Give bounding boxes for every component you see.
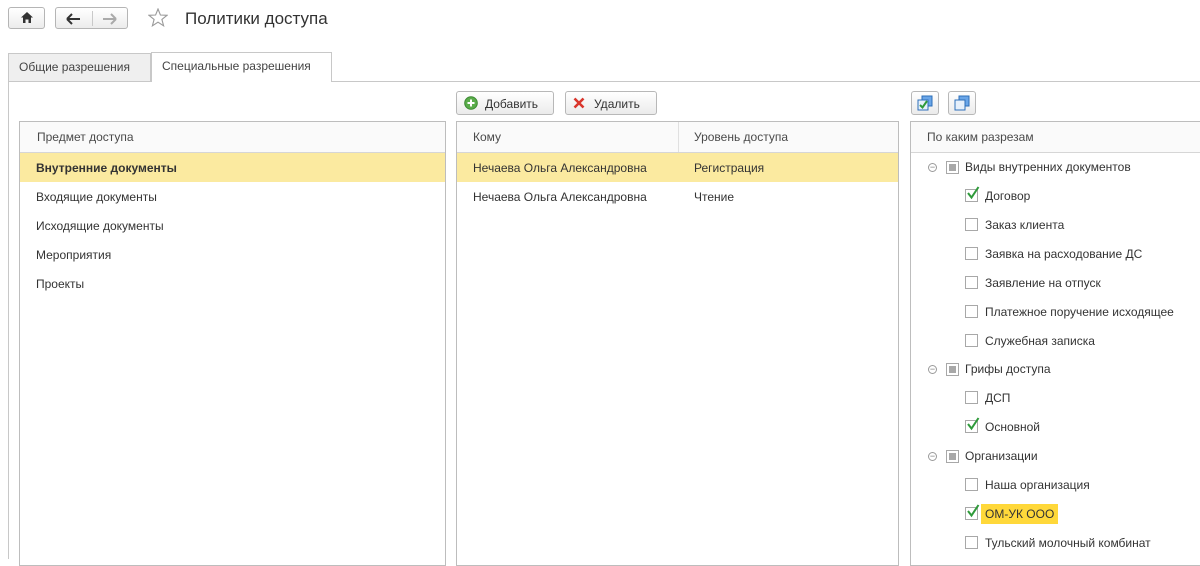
list-item[interactable]: Входящие документы bbox=[20, 182, 445, 211]
table-row[interactable]: Нечаева Ольга Александровна Регистрация bbox=[457, 153, 898, 182]
collapse-icon[interactable]: − bbox=[928, 452, 937, 461]
item-checkbox[interactable] bbox=[965, 536, 978, 549]
tree-item[interactable]: Договор bbox=[965, 185, 1198, 208]
subjects-header-label: Предмет доступа bbox=[37, 130, 134, 144]
list-item-label: Исходящие документы bbox=[36, 219, 164, 233]
tree-item[interactable]: Наша организация bbox=[965, 477, 1198, 497]
home-icon bbox=[20, 11, 34, 27]
delete-icon bbox=[573, 97, 585, 112]
list-item-label: Проекты bbox=[36, 277, 85, 291]
column-separator[interactable] bbox=[678, 122, 679, 152]
arrow-right-icon[interactable] bbox=[102, 12, 117, 28]
group-checkbox[interactable] bbox=[946, 161, 959, 174]
tree-item[interactable]: Служебная записка bbox=[965, 333, 1198, 353]
list-item[interactable]: Внутренние документы bbox=[20, 153, 445, 182]
list-item-label: Внутренние документы bbox=[36, 161, 177, 175]
column-header-who[interactable]: Кому bbox=[473, 130, 501, 144]
tree-group-label: Организации bbox=[965, 449, 1038, 463]
delete-button[interactable]: Удалить bbox=[565, 91, 657, 115]
column-header-level[interactable]: Уровень доступа bbox=[694, 130, 788, 144]
uncheck-all-icon bbox=[954, 95, 970, 114]
page-title: Политики доступа bbox=[185, 9, 328, 28]
tree-group: − Виды внутренних документов bbox=[928, 159, 1198, 179]
add-button-label: Добавить bbox=[485, 97, 539, 111]
tree-item[interactable]: ОМ-УК ООО bbox=[965, 503, 1198, 526]
star-icon[interactable] bbox=[147, 7, 169, 30]
check-icon bbox=[966, 416, 980, 434]
list-item[interactable]: Исходящие документы bbox=[20, 211, 445, 240]
tree-group-label: Виды внутренних документов bbox=[965, 160, 1131, 174]
tree-item-label: Заявка на расходование ДС bbox=[985, 247, 1143, 261]
tree-item-label: Тульский молочный комбинат bbox=[985, 536, 1151, 550]
item-checkbox[interactable] bbox=[965, 478, 978, 491]
tree-item-label-highlighted: ОМ-УК ООО bbox=[981, 504, 1059, 524]
tree-item-label: Служебная записка bbox=[985, 334, 1095, 348]
tab-special-permissions[interactable]: Специальные разрешения bbox=[151, 52, 332, 82]
item-checkbox[interactable] bbox=[965, 247, 978, 260]
add-button[interactable]: Добавить bbox=[456, 91, 554, 115]
group-checkbox[interactable] bbox=[946, 450, 959, 463]
dimensions-header: По каким разрезам bbox=[911, 122, 1200, 153]
history-nav bbox=[55, 7, 128, 29]
tree-item-label: Наша организация bbox=[985, 478, 1090, 492]
tree-group: − Организации bbox=[928, 448, 1198, 468]
permissions-header: Кому Уровень доступа bbox=[457, 122, 898, 153]
cell-who: Нечаева Ольга Александровна bbox=[473, 190, 647, 204]
list-item-label: Мероприятия bbox=[36, 248, 112, 262]
item-checkbox[interactable] bbox=[965, 276, 978, 289]
check-all-icon bbox=[917, 95, 933, 114]
tree-group-label: Грифы доступа bbox=[965, 362, 1051, 376]
tab-general-permissions[interactable]: Общие разрешения bbox=[8, 53, 151, 81]
uncheck-all-button[interactable] bbox=[948, 91, 976, 115]
list-item-label: Входящие документы bbox=[36, 190, 157, 204]
group-checkbox[interactable] bbox=[946, 363, 959, 376]
tree-item-label: Основной bbox=[985, 420, 1041, 434]
tree-item-label: Заказ клиента bbox=[985, 218, 1065, 232]
tree-item[interactable]: Тульский молочный комбинат bbox=[965, 535, 1198, 555]
item-checkbox[interactable] bbox=[965, 218, 978, 231]
cell-level: Чтение bbox=[694, 190, 735, 204]
tree-item-label: ДСП bbox=[985, 391, 1011, 405]
arrow-left-icon[interactable] bbox=[66, 12, 81, 28]
tree-item[interactable]: ДСП bbox=[965, 390, 1198, 410]
subjects-list: Предмет доступа Внутренние документы Вхо… bbox=[19, 121, 446, 566]
tree-item-label: Договор bbox=[985, 189, 1031, 203]
check-all-button[interactable] bbox=[911, 91, 939, 115]
tree-item[interactable]: Заказ клиента bbox=[965, 217, 1198, 237]
item-checkbox[interactable] bbox=[965, 391, 978, 404]
cell-who: Нечаева Ольга Александровна bbox=[473, 161, 647, 175]
check-icon bbox=[966, 185, 980, 203]
permissions-table: Кому Уровень доступа Нечаева Ольга Алекс… bbox=[456, 121, 899, 566]
content-border bbox=[8, 81, 9, 559]
check-icon bbox=[966, 503, 980, 521]
tree-item-label: Платежное поручение исходящее bbox=[985, 305, 1174, 319]
tree-group: − Грифы доступа bbox=[928, 361, 1198, 381]
subjects-header: Предмет доступа bbox=[20, 122, 445, 153]
add-icon bbox=[464, 96, 478, 113]
list-item[interactable]: Мероприятия bbox=[20, 240, 445, 269]
tree-item[interactable]: Основной bbox=[965, 416, 1198, 439]
tree-item-label: Заявление на отпуск bbox=[985, 276, 1101, 290]
cell-level: Регистрация bbox=[694, 161, 765, 175]
delete-button-label: Удалить bbox=[594, 97, 640, 111]
home-button[interactable] bbox=[8, 7, 45, 29]
dimensions-header-label: По каким разрезам bbox=[927, 130, 1034, 144]
tree-item[interactable]: Заявление на отпуск bbox=[965, 275, 1198, 295]
item-checkbox[interactable] bbox=[965, 334, 978, 347]
tree-item[interactable]: Заявка на расходование ДС bbox=[965, 246, 1198, 266]
table-row[interactable]: Нечаева Ольга Александровна Чтение bbox=[457, 182, 898, 211]
item-checkbox[interactable] bbox=[965, 305, 978, 318]
collapse-icon[interactable]: − bbox=[928, 163, 937, 172]
collapse-icon[interactable]: − bbox=[928, 365, 937, 374]
tree-item[interactable]: Платежное поручение исходящее bbox=[965, 304, 1198, 324]
list-item[interactable]: Проекты bbox=[20, 269, 445, 298]
